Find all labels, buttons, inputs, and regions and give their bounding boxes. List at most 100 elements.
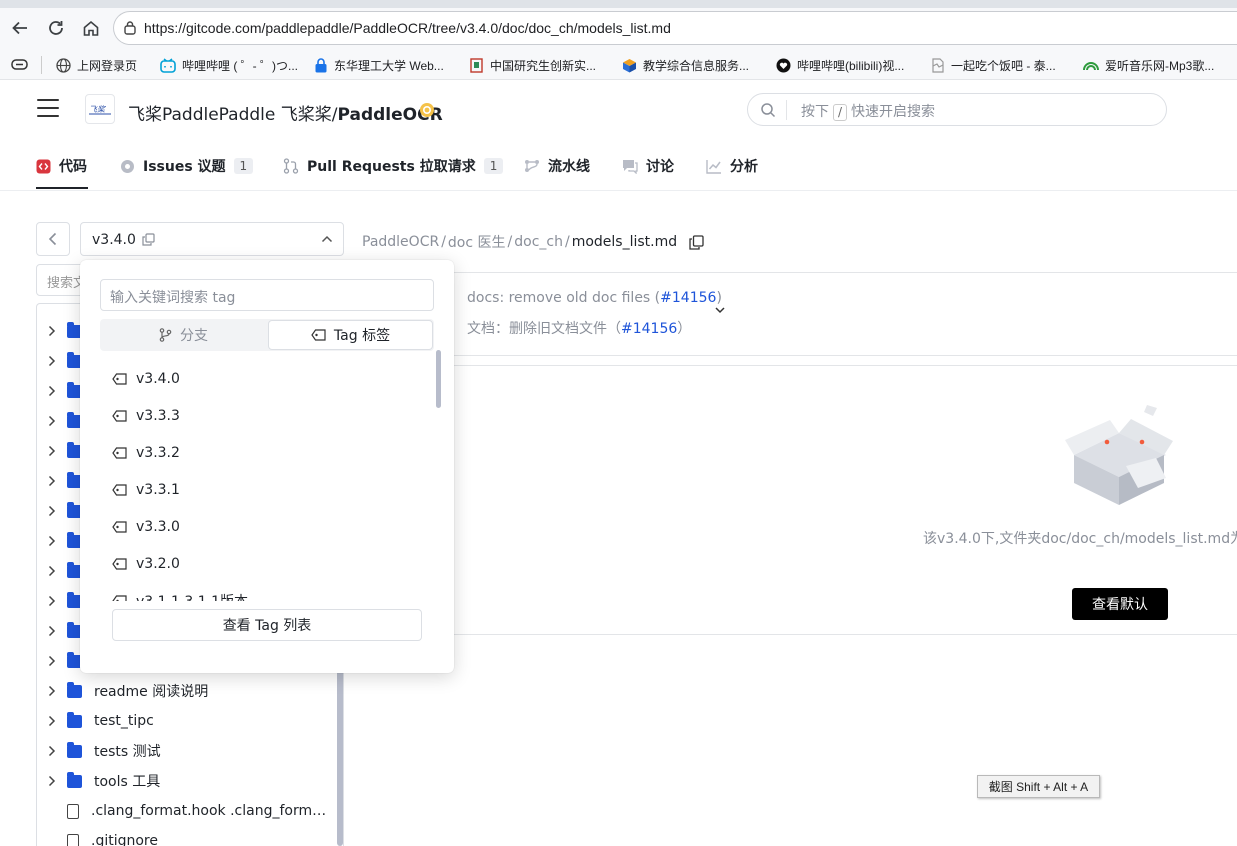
chevron-right-icon <box>37 595 67 607</box>
tab-branches[interactable]: 分支 <box>100 319 267 351</box>
browser-tab-strip <box>0 0 1237 8</box>
commit-link[interactable]: #14156 <box>660 290 716 306</box>
bookmark-item[interactable]: 哔哩哔哩 ( ゜- ゜)つ... <box>160 55 298 75</box>
home-icon[interactable] <box>79 16 103 40</box>
tab-code[interactable]: 代码 <box>36 156 87 176</box>
branch-tag-dropdown: 输入关键词搜索 tag 分支 Tag 标签 v3.4.0 v3.3.3 v3.3.2… <box>80 260 454 673</box>
tab-label: 流水线 <box>548 159 590 175</box>
tab-pipeline[interactable]: 流水线 <box>524 156 590 176</box>
active-tab-indicator <box>36 187 88 189</box>
tree-item-label: .clang_format.hook .clang_form… <box>91 803 327 819</box>
tab-analytics[interactable]: 分析 <box>706 156 758 176</box>
chevron-right-icon <box>37 745 67 757</box>
tag-item[interactable]: v3.1.1 3.1.1版本 <box>100 582 430 601</box>
global-search[interactable]: 按下 / 快速开启搜索 <box>747 93 1167 126</box>
bookmark-label: 爱听音乐网-Mp3歌... <box>1105 58 1215 73</box>
bookmark-item[interactable]: 东华理工大学 Web... <box>314 55 444 75</box>
bookmark-item[interactable]: 中国研究生创新实... <box>469 55 596 75</box>
tag-icon <box>112 446 127 459</box>
tree-item-label: .gitignore <box>91 833 158 846</box>
tree-folder-row[interactable]: test_tipc <box>37 706 337 736</box>
back-arrow-icon[interactable] <box>8 16 32 40</box>
bookmark-item[interactable]: 上网登录页 <box>56 55 137 75</box>
bilibili-icon <box>160 57 176 73</box>
bookmarks-divider <box>41 56 42 74</box>
lock-icon <box>314 57 328 73</box>
tree-item-label: readme 阅读说明 <box>94 684 209 700</box>
tag-item[interactable]: v3.2.0 <box>100 545 430 582</box>
copy-icon[interactable] <box>142 233 155 246</box>
latest-commit: docs: remove old doc files (#14156) 文档：删… <box>362 272 1237 356</box>
issues-count-badge: 1 <box>233 158 254 174</box>
bookmark-manager-icon[interactable] <box>11 58 28 71</box>
tag-list-scrollbar[interactable] <box>436 350 441 408</box>
tree-folder-row[interactable]: readme 阅读说明 <box>37 676 337 706</box>
org-name-secondary[interactable]: 飞桨桨/ <box>281 105 338 125</box>
chevron-right-icon <box>37 325 67 337</box>
heart-icon <box>776 58 791 73</box>
tag-item-label: v3.3.1 <box>136 481 180 498</box>
site-info-icon[interactable] <box>123 21 137 35</box>
tree-file-row[interactable]: .clang_format.hook .clang_form… <box>37 796 337 826</box>
bookmark-label: 一起吃个饭吧 - 泰... <box>951 58 1056 73</box>
breadcrumb-doc-ch[interactable]: doc_ch <box>514 234 563 250</box>
search-icon <box>760 102 776 118</box>
branch-tag-switch: 分支 Tag 标签 <box>100 319 434 351</box>
chevron-down-icon[interactable] <box>714 306 726 314</box>
tag-item[interactable]: v3.3.1 <box>100 471 430 508</box>
bookmark-label: 哔哩哔哩 ( ゜- ゜)つ... <box>182 58 298 73</box>
tab-issues[interactable]: Issues 议题 1 <box>120 156 254 176</box>
folder-icon <box>67 771 82 788</box>
menu-icon[interactable] <box>37 99 59 117</box>
chevron-right-icon <box>37 535 67 547</box>
tree-file-row[interactable]: .gitignore <box>37 826 337 846</box>
tag-icon <box>112 372 127 385</box>
tree-folder-row[interactable]: tests 测试 <box>37 736 337 766</box>
copy-path-icon[interactable] <box>689 234 704 250</box>
org-name[interactable]: 飞桨PaddlePaddle <box>128 105 275 125</box>
chevron-right-icon <box>37 655 67 667</box>
breadcrumb-current: models_list.md <box>571 234 678 250</box>
bookmarks-bar: 上网登录页 哔哩哔哩 ( ゜- ゜)つ... 东华理工大学 Web... 中国研… <box>0 50 1237 80</box>
bookmark-item[interactable]: 爱听音乐网-Mp3歌... <box>1083 55 1214 75</box>
tag-item[interactable]: v3.3.2 <box>100 434 430 471</box>
file-content-panel: 该v3.4.0下,文件夹doc/doc_ch/models_list.md为空 … <box>362 365 1237 635</box>
file-icon <box>67 803 79 819</box>
tag-item[interactable]: v3.4.0 <box>100 360 430 397</box>
tab-label: Issues 议题 <box>143 159 226 175</box>
breadcrumb-root[interactable]: PaddleOCR <box>362 234 439 250</box>
repo-title: 飞桨PaddlePaddle 飞桨桨/PaddleOCR <box>128 100 443 125</box>
view-default-button[interactable]: 查看默认 <box>1072 588 1168 620</box>
bookmark-item[interactable]: 教学综合信息服务... <box>622 55 749 75</box>
bookmark-label: 哔哩哔哩(bilibili)视... <box>797 58 905 73</box>
pr-count-badge: 1 <box>483 158 504 174</box>
bookmark-item[interactable]: 一起吃个饭吧 - 泰... <box>931 55 1056 75</box>
chevron-right-icon <box>37 475 67 487</box>
tag-search-input[interactable]: 输入关键词搜索 tag <box>100 279 434 311</box>
tab-pull-requests[interactable]: Pull Requests 拉取请求 1 <box>283 156 504 176</box>
view-tag-list-button[interactable]: 查看 Tag 列表 <box>112 609 422 641</box>
tree-folder-row[interactable]: tools 工具 <box>37 766 337 796</box>
tag-icon <box>112 594 127 601</box>
analytics-icon <box>706 159 722 174</box>
folder-icon <box>67 711 82 728</box>
address-bar[interactable]: https://gitcode.com/paddlepaddle/PaddleO… <box>113 11 1237 45</box>
tag-item[interactable]: v3.3.3 <box>100 397 430 434</box>
pipeline-icon <box>524 158 540 174</box>
chevron-right-icon <box>37 685 67 697</box>
tab-discussion[interactable]: 讨论 <box>622 156 674 176</box>
org-logo[interactable]: 飞桨 <box>85 94 115 124</box>
commit-link-translated[interactable]: #14156 <box>621 321 677 337</box>
tab-label: 分析 <box>730 159 758 175</box>
collapse-sidebar-button[interactable] <box>36 222 70 256</box>
tag-item-label: v3.3.0 <box>136 518 180 535</box>
bookmark-item[interactable]: 哔哩哔哩(bilibili)视... <box>776 55 904 75</box>
tag-search-placeholder: 输入关键词搜索 tag <box>110 290 236 306</box>
tag-icon <box>112 409 127 422</box>
discussion-icon <box>622 159 638 174</box>
tag-item[interactable]: v3.3.0 <box>100 508 430 545</box>
branch-selector[interactable]: v3.4.0 <box>80 222 344 256</box>
reload-icon[interactable] <box>44 16 68 40</box>
tab-tags[interactable]: Tag 标签 <box>268 320 433 350</box>
breadcrumb-doc[interactable]: doc 医生 <box>448 232 506 252</box>
